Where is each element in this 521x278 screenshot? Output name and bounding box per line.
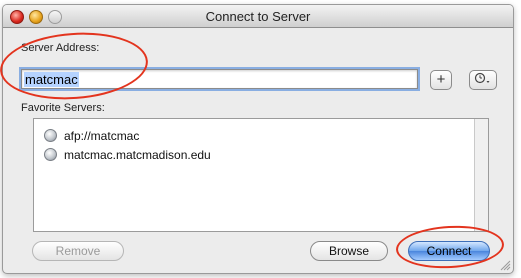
clock-icon	[474, 72, 490, 84]
add-favorite-button[interactable]: +	[430, 70, 452, 90]
server-icon	[44, 129, 57, 142]
connect-button[interactable]: Connect	[408, 241, 490, 261]
list-item-label: matcmac.matcmadison.edu	[64, 148, 211, 162]
title-bar: Connect to Server	[3, 5, 513, 28]
favorite-servers-list[interactable]: afp://matcmac matcmac.matcmadison.edu	[33, 118, 489, 232]
remove-button[interactable]: Remove	[32, 241, 124, 261]
server-address-input[interactable]	[21, 69, 418, 89]
connect-to-server-window: Connect to Server Server Address: matcma…	[2, 4, 514, 274]
favorite-servers-label: Favorite Servers:	[21, 102, 105, 114]
scrollbar[interactable]	[474, 119, 488, 231]
server-address-value: matcmac	[24, 72, 79, 87]
browse-button[interactable]: Browse	[310, 241, 388, 261]
recent-servers-button[interactable]	[469, 70, 497, 90]
window-title: Connect to Server	[205, 9, 311, 24]
server-icon	[44, 148, 57, 161]
list-item[interactable]: afp://matcmac	[44, 127, 139, 145]
resize-grip-icon[interactable]	[500, 260, 511, 271]
list-item[interactable]: matcmac.matcmadison.edu	[44, 146, 211, 164]
server-address-label: Server Address:	[21, 42, 100, 54]
list-item-label: afp://matcmac	[64, 129, 140, 143]
